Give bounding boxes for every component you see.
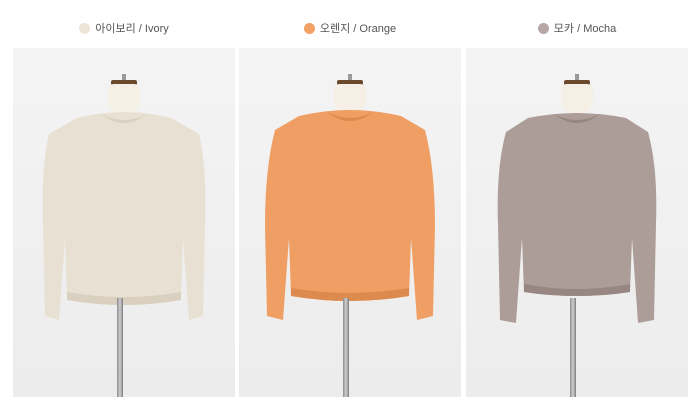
color-options-row: 아이보리 / Ivory 오렌지 / Orange 모카 / Mocha (0, 0, 700, 410)
color-swatch-dot (79, 22, 91, 34)
color-name: 모카 / Mocha (553, 23, 617, 35)
product-photo[interactable] (239, 48, 461, 397)
color-swatch-dot (537, 22, 549, 34)
color-name: 오렌지 / Orange (319, 23, 397, 35)
product-color-card-mocha[interactable]: 모카 / Mocha (466, 0, 688, 410)
sweater-illustration (497, 113, 657, 323)
color-label: 오렌지 / Orange (239, 18, 461, 38)
color-label: 모카 / Mocha (466, 18, 688, 38)
product-color-card-ivory[interactable]: 아이보리 / Ivory (13, 0, 235, 410)
mannequin-pole (570, 298, 576, 397)
sweater-body (42, 112, 206, 320)
product-color-card-orange[interactable]: 오렌지 / Orange (239, 0, 461, 410)
sweater-illustration (42, 112, 206, 320)
mannequin-pole (117, 298, 123, 397)
sweater-illustration (265, 110, 435, 320)
color-label: 아이보리 / Ivory (13, 18, 235, 38)
color-name: 아이보리 / Ivory (95, 23, 169, 35)
sweater-body (265, 110, 435, 320)
product-photo[interactable] (466, 48, 688, 397)
mannequin-pole (343, 298, 349, 397)
color-swatch-dot (303, 22, 315, 34)
product-photo[interactable] (13, 48, 235, 397)
